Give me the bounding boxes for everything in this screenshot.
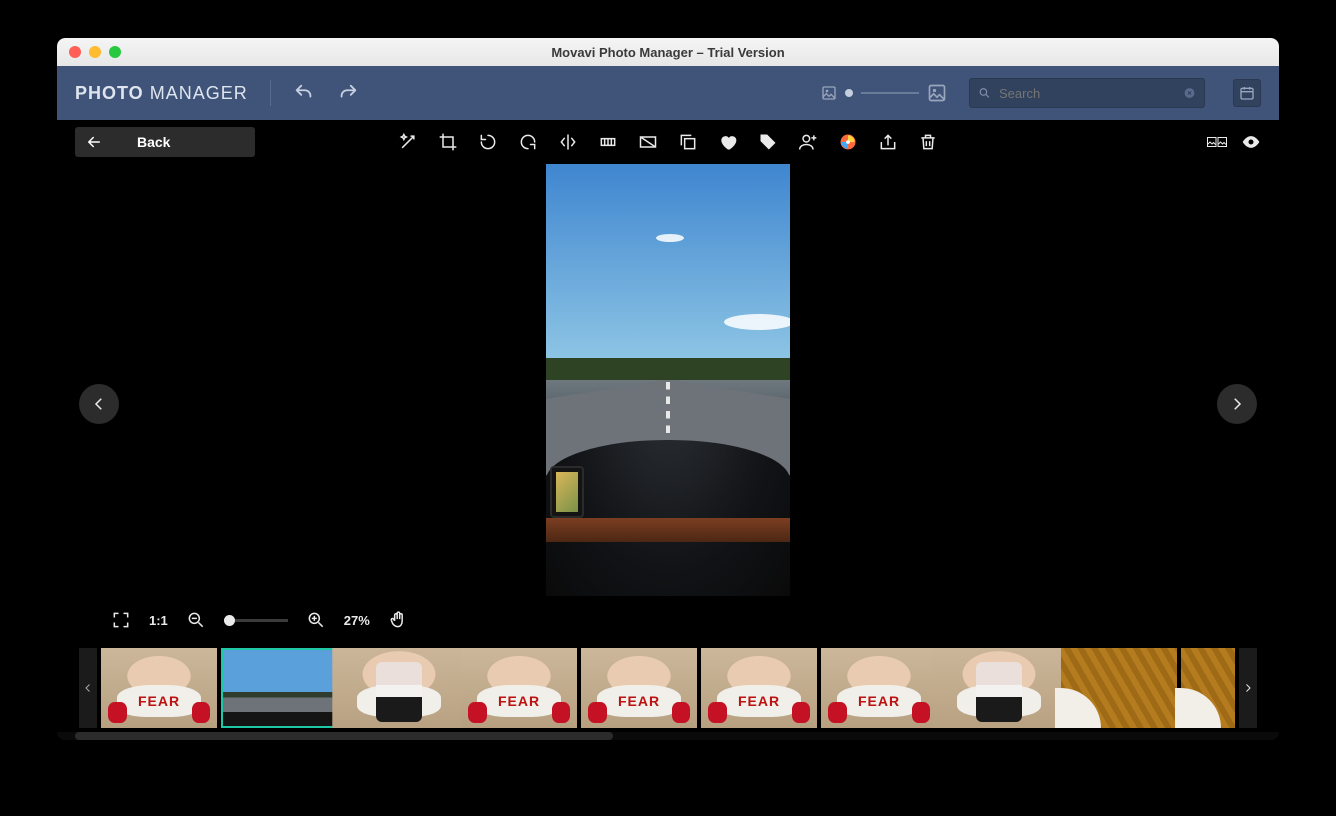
filmstrip-thumb[interactable]: FEAR [581,648,697,728]
favorite-button[interactable] [718,132,738,152]
clear-search-icon[interactable] [1183,85,1196,101]
zoom-controls: 1:1 27% [111,604,408,636]
pan-button[interactable] [388,610,408,630]
magic-enhance-button[interactable] [398,132,418,152]
brand-bold: PHOTO [75,83,144,103]
filmstrip-thumb[interactable] [941,648,1057,728]
toolbar-divider [270,80,271,106]
thumbnail-size-slider[interactable] [821,83,947,103]
back-label: Back [137,134,170,150]
filmstrip-thumb[interactable] [1181,648,1235,728]
delete-button[interactable] [918,132,938,152]
search-input[interactable] [999,86,1175,101]
calendar-button[interactable] [1233,79,1261,107]
redo-button[interactable] [337,82,359,104]
fullscreen-button[interactable] [111,610,131,630]
photo-viewer: 1:1 27% [57,164,1279,644]
app-window: Movavi Photo Manager – Trial Version PHO… [57,38,1279,740]
current-photo[interactable] [546,164,790,596]
filmstrip-scrollbar[interactable] [57,732,1279,740]
search-box[interactable] [969,78,1205,108]
filmstrip-next-button[interactable] [1239,648,1257,728]
thumb-small-icon [821,85,837,101]
filmstrip-thumb[interactable]: FEAR [461,648,577,728]
export-button[interactable] [878,132,898,152]
window-title: Movavi Photo Manager – Trial Version [57,45,1279,60]
search-icon [978,85,991,101]
zoom-in-button[interactable] [306,610,326,630]
main-toolbar: PHOTO MANAGER [57,66,1279,120]
zoom-percent: 27% [344,613,370,628]
filmstrip-thumb[interactable] [221,648,337,728]
resize-button[interactable] [638,132,658,152]
actual-size-button[interactable]: 1:1 [149,613,168,628]
zoom-out-button[interactable] [186,610,206,630]
crop-button[interactable] [438,132,458,152]
filmstrip-thumb[interactable]: FEAR [821,648,937,728]
app-brand: PHOTO MANAGER [75,83,248,104]
back-button[interactable]: Back [75,127,255,157]
tag-button[interactable] [758,132,778,152]
flip-horizontal-button[interactable] [558,132,578,152]
edit-in-photo-editor-button[interactable] [838,132,858,152]
zoom-slider[interactable] [224,619,288,622]
undo-button[interactable] [293,82,315,104]
thumb-large-icon [927,83,947,103]
prev-photo-button[interactable] [79,384,119,424]
titlebar: Movavi Photo Manager – Trial Version [57,38,1279,66]
filmstrip-thumb[interactable] [1061,648,1177,728]
add-people-button[interactable] [798,132,818,152]
filmstrip-thumb[interactable]: FEAR [701,648,817,728]
rotate-left-button[interactable] [478,132,498,152]
filmstrip-thumb[interactable]: FEAR [101,648,217,728]
next-photo-button[interactable] [1217,384,1257,424]
filmstrip: FEARFEARFEARFEARFEAR [57,644,1279,732]
rotate-right-button[interactable] [518,132,538,152]
copy-button[interactable] [678,132,698,152]
filmstrip-thumb[interactable] [341,648,457,728]
compare-button[interactable] [1207,132,1227,152]
brand-light: MANAGER [150,83,248,103]
arrow-left-icon [85,133,103,151]
editor-toolbar: Back [57,120,1279,164]
view-toggle-button[interactable] [1241,132,1261,152]
filmstrip-prev-button[interactable] [79,648,97,728]
straighten-button[interactable] [598,132,618,152]
